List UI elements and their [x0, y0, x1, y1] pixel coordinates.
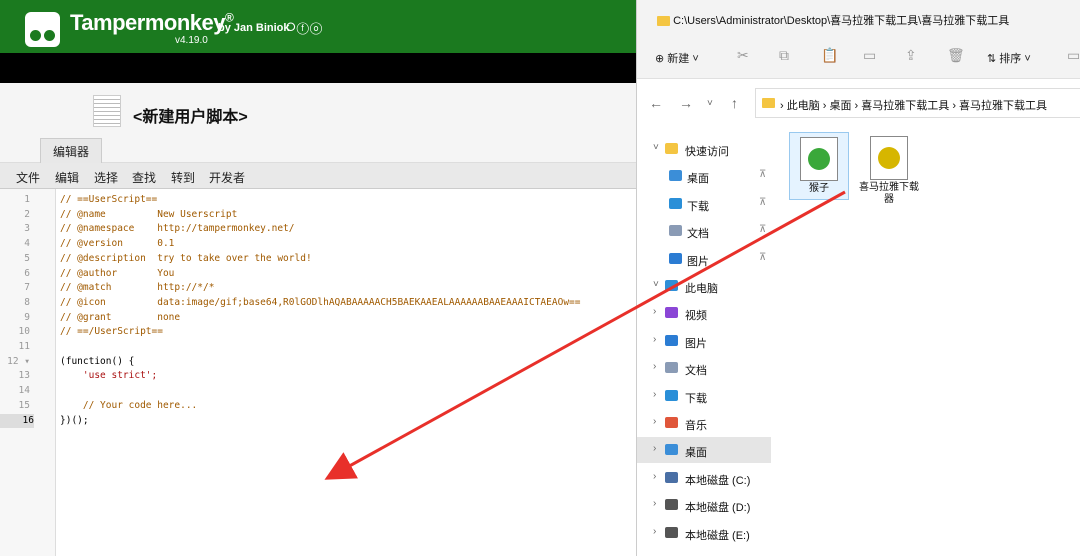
arrow-line — [324, 190, 846, 480]
annotation-arrow — [324, 190, 846, 480]
